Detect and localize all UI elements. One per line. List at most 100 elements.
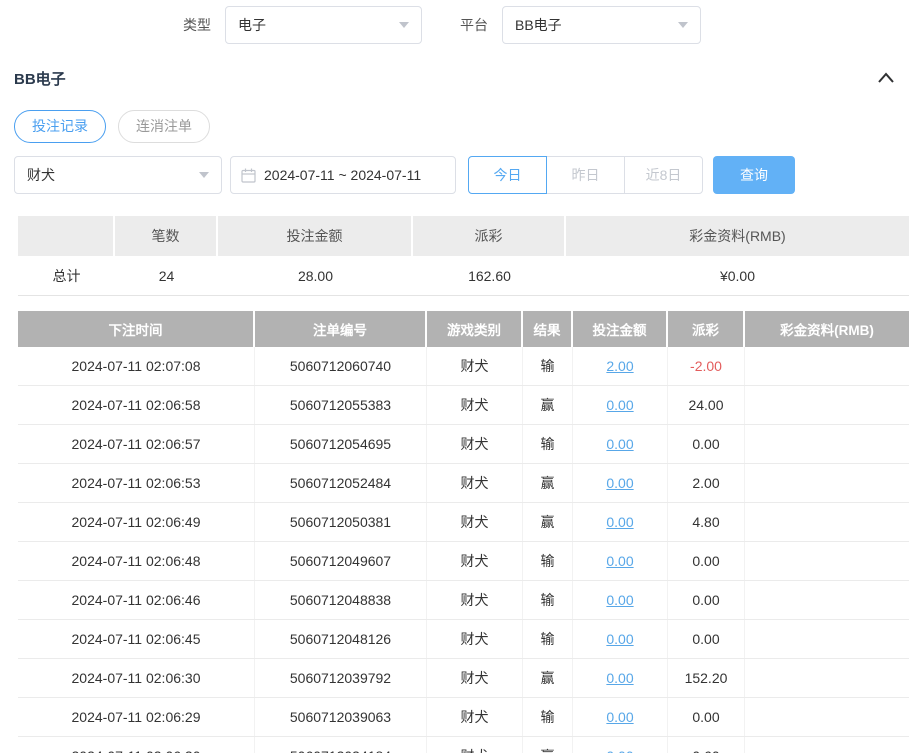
bonus-cell [745, 581, 909, 619]
bet-amount-cell: 0.00 [573, 464, 668, 502]
section-header: BB电子 [14, 68, 895, 88]
type-label: 类型 [183, 15, 211, 35]
bet-amount-link[interactable]: 0.00 [606, 709, 633, 725]
quick-button-昨日[interactable]: 昨日 [546, 156, 625, 194]
bet-time-cell: 2024-07-11 02:06:48 [18, 542, 255, 580]
tab-连消注单[interactable]: 连消注单 [118, 110, 210, 143]
summary-total-cell: 总计 [18, 256, 115, 296]
result-cell: 输 [523, 425, 573, 463]
tab-投注记录[interactable]: 投注记录 [14, 110, 106, 143]
order-id-cell: 5060712060740 [255, 347, 427, 385]
search-button[interactable]: 查询 [713, 156, 795, 194]
result-cell: 输 [523, 620, 573, 658]
bonus-cell [745, 737, 909, 753]
order-id-cell: 5060712048838 [255, 581, 427, 619]
payout-cell: 0.00 [668, 425, 745, 463]
records-header-cell: 彩金资料(RMB) [745, 311, 909, 347]
game-type-cell: 财犬 [427, 386, 523, 424]
payout-cell: 0.00 [668, 542, 745, 580]
bet-amount-cell: 0.00 [573, 620, 668, 658]
collapse-button[interactable] [877, 71, 895, 85]
records-header-cell: 注单编号 [255, 311, 427, 347]
bonus-cell [745, 659, 909, 697]
query-bar: 财犬 2024-07-11 ~ 2024-07-11 今日昨日近8日 查询 [14, 156, 909, 194]
game-type-cell: 财犬 [427, 347, 523, 385]
result-cell: 赢 [523, 659, 573, 697]
bet-amount-cell: 0.00 [573, 503, 668, 541]
bet-amount-cell: 0.00 [573, 698, 668, 736]
bet-amount-link[interactable]: 0.00 [606, 592, 633, 608]
bet-amount-link[interactable]: 0.00 [606, 436, 633, 452]
quick-button-近8日[interactable]: 近8日 [624, 156, 703, 194]
date-range-value: 2024-07-11 ~ 2024-07-11 [264, 167, 421, 183]
payout-cell: 0.00 [668, 581, 745, 619]
records-body: 2024-07-11 02:07:085060712060740财犬输2.00-… [18, 347, 909, 753]
payout-cell: 0.60 [668, 737, 745, 753]
table-row: 2024-07-11 02:06:575060712054695财犬输0.000… [18, 425, 909, 464]
game-select[interactable]: 财犬 [14, 156, 222, 194]
result-cell: 赢 [523, 503, 573, 541]
bet-amount-link[interactable]: 0.00 [606, 514, 633, 530]
bet-amount-link[interactable]: 0.00 [606, 631, 633, 647]
section-title: BB电子 [14, 68, 66, 89]
bet-time-cell: 2024-07-11 02:06:46 [18, 581, 255, 619]
bet-time-cell: 2024-07-11 02:06:57 [18, 425, 255, 463]
records-header-cell: 游戏类别 [427, 311, 523, 347]
game-type-cell: 财犬 [427, 737, 523, 753]
result-cell: 赢 [523, 464, 573, 502]
bet-amount-link[interactable]: 0.00 [606, 397, 633, 413]
bet-amount-link[interactable]: 0.00 [606, 670, 633, 686]
bet-amount-link[interactable]: 0.00 [606, 475, 633, 491]
record-type-tabs: 投注记录连消注单 [14, 110, 909, 143]
bet-time-cell: 2024-07-11 02:06:30 [18, 659, 255, 697]
game-type-cell: 财犬 [427, 620, 523, 658]
table-row: 2024-07-11 02:06:205060712034184财犬赢0.000… [18, 737, 909, 753]
bet-amount-cell: 0.00 [573, 581, 668, 619]
bonus-cell [745, 620, 909, 658]
game-type-cell: 财犬 [427, 425, 523, 463]
table-row: 2024-07-11 02:06:485060712049607财犬输0.000… [18, 542, 909, 581]
quick-button-今日[interactable]: 今日 [468, 156, 547, 194]
bet-amount-cell: 0.00 [573, 425, 668, 463]
order-id-cell: 5060712050381 [255, 503, 427, 541]
order-id-cell: 5060712034184 [255, 737, 427, 753]
summary-total-cell: 28.00 [218, 256, 413, 296]
records-header-cell: 下注时间 [18, 311, 255, 347]
bet-amount-link[interactable]: 0.00 [606, 748, 633, 753]
chevron-down-icon [199, 172, 209, 178]
summary-header-row: 笔数投注金额派彩彩金资料(RMB) [18, 216, 909, 256]
payout-cell: 152.20 [668, 659, 745, 697]
payout-cell: 24.00 [668, 386, 745, 424]
bet-time-cell: 2024-07-11 02:07:08 [18, 347, 255, 385]
records-header-cell: 派彩 [668, 311, 745, 347]
table-row: 2024-07-11 02:06:305060712039792财犬赢0.001… [18, 659, 909, 698]
bonus-cell [745, 347, 909, 385]
game-type-cell: 财犬 [427, 581, 523, 619]
platform-select[interactable]: BB电子 [502, 6, 701, 44]
bonus-cell [745, 425, 909, 463]
result-cell: 赢 [523, 386, 573, 424]
records-header-cell: 结果 [523, 311, 573, 347]
result-cell: 输 [523, 347, 573, 385]
bet-amount-link[interactable]: 0.00 [606, 553, 633, 569]
bet-time-cell: 2024-07-11 02:06:29 [18, 698, 255, 736]
bet-time-cell: 2024-07-11 02:06:45 [18, 620, 255, 658]
type-select[interactable]: 电子 [225, 6, 422, 44]
bet-amount-cell: 0.00 [573, 737, 668, 753]
date-range-input[interactable]: 2024-07-11 ~ 2024-07-11 [230, 156, 456, 194]
payout-cell: 2.00 [668, 464, 745, 502]
bonus-cell [745, 698, 909, 736]
game-select-value: 财犬 [27, 165, 55, 185]
payout-cell: 4.80 [668, 503, 745, 541]
order-id-cell: 5060712052484 [255, 464, 427, 502]
bet-time-cell: 2024-07-11 02:06:58 [18, 386, 255, 424]
order-id-cell: 5060712039792 [255, 659, 427, 697]
bonus-cell [745, 386, 909, 424]
payout-cell: 0.00 [668, 698, 745, 736]
bet-amount-cell: 2.00 [573, 347, 668, 385]
top-filter-bar: 类型 电子 平台 BB电子 [183, 6, 909, 44]
table-row: 2024-07-11 02:06:585060712055383财犬赢0.002… [18, 386, 909, 425]
summary-header-cell [18, 216, 115, 256]
bet-amount-link[interactable]: 2.00 [606, 358, 633, 374]
game-type-cell: 财犬 [427, 542, 523, 580]
